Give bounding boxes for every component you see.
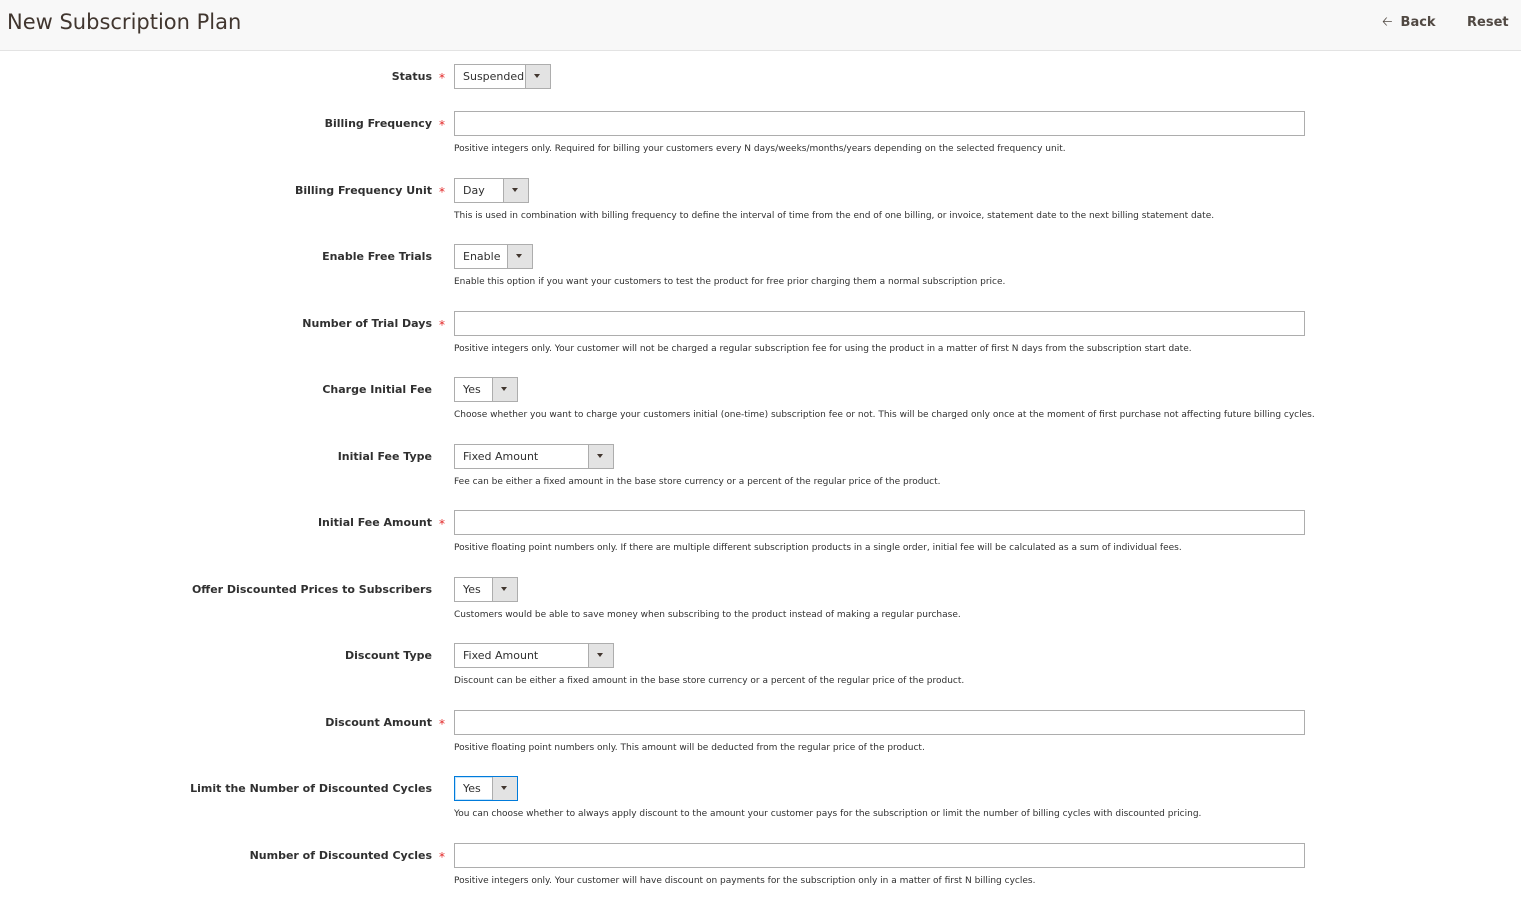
billing-frequency-unit-select[interactable]: Day: [454, 178, 529, 203]
discount-type-value: Fixed Amount: [463, 649, 539, 662]
status-required-mark: *: [439, 71, 445, 85]
chevron-down-icon: [588, 445, 613, 468]
back-button[interactable]: 🡠 Back: [1382, 12, 1436, 34]
trial-days-required-mark: *: [439, 318, 445, 332]
discounted-cycles-label: Number of Discounted Cycles: [249, 849, 432, 862]
charge-initial-fee-note: Choose whether you want to charge your c…: [454, 410, 1315, 420]
billing-frequency-unit-value: Day: [463, 184, 485, 197]
chevron-down-icon: [492, 777, 517, 800]
enable-free-trials-select[interactable]: Enable: [454, 244, 533, 269]
billing-frequency-note: Positive integers only. Required for bil…: [454, 144, 1066, 154]
discounted-cycles-input[interactable]: [454, 843, 1305, 868]
chevron-down-icon: [492, 378, 517, 401]
billing-frequency-unit-note: This is used in combination with billing…: [454, 211, 1215, 221]
initial-fee-amount-required-mark: *: [439, 517, 445, 531]
billing-frequency-input[interactable]: [454, 111, 1305, 136]
discount-type-label: Discount Type: [345, 649, 432, 662]
offer-discounted-select[interactable]: Yes: [454, 577, 518, 602]
trial-days-note: Positive integers only. Your customer wi…: [454, 344, 1192, 354]
discount-type-note: Discount can be either a fixed amount in…: [454, 676, 965, 686]
offer-discounted-value: Yes: [463, 583, 481, 596]
discount-amount-label: Discount Amount: [325, 716, 432, 729]
status-select[interactable]: Suspended: [454, 64, 551, 89]
charge-initial-fee-select[interactable]: Yes: [454, 377, 518, 402]
discount-amount-note: Positive floating point numbers only. Th…: [454, 743, 925, 753]
arrow-left-icon: 🡠: [1382, 15, 1393, 30]
status-value: Suspended: [463, 70, 525, 83]
limit-discounted-cycles-value: Yes: [463, 782, 481, 795]
charge-initial-fee-value: Yes: [463, 383, 481, 396]
initial-fee-type-note: Fee can be either a fixed amount in the …: [454, 477, 941, 487]
offer-discounted-note: Customers would be able to save money wh…: [454, 610, 961, 620]
billing-frequency-unit-required-mark: *: [439, 185, 445, 199]
initial-fee-type-select[interactable]: Fixed Amount: [454, 444, 614, 469]
enable-free-trials-value: Enable: [463, 250, 501, 263]
initial-fee-amount-input[interactable]: [454, 510, 1305, 535]
status-label: Status: [391, 70, 432, 83]
limit-discounted-cycles-note: You can choose whether to always apply d…: [454, 809, 1202, 819]
page-header: New Subscription Plan 🡠 Back Reset: [0, 0, 1521, 51]
reset-button[interactable]: Reset: [1467, 12, 1509, 34]
trial-days-label: Number of Trial Days: [302, 317, 432, 330]
chevron-down-icon: [525, 65, 550, 88]
charge-initial-fee-label: Charge Initial Fee: [322, 383, 432, 396]
chevron-down-icon: [507, 245, 532, 268]
initial-fee-amount-label: Initial Fee Amount: [317, 516, 432, 529]
billing-frequency-required-mark: *: [439, 118, 445, 132]
trial-days-input[interactable]: [454, 311, 1305, 336]
limit-discounted-cycles-select[interactable]: Yes: [454, 776, 518, 801]
discount-amount-required-mark: *: [439, 717, 445, 731]
back-label: Back: [1400, 15, 1436, 30]
billing-frequency-unit-label: Billing Frequency Unit: [294, 184, 432, 197]
discounted-cycles-note: Positive integers only. Your customer wi…: [454, 876, 1036, 886]
offer-discounted-label: Offer Discounted Prices to Subscribers: [191, 583, 432, 596]
page-title: New Subscription Plan: [7, 10, 242, 34]
discount-type-select[interactable]: Fixed Amount: [454, 643, 614, 668]
chevron-down-icon: [588, 644, 613, 667]
chevron-down-icon: [503, 179, 528, 202]
limit-discounted-cycles-label: Limit the Number of Discounted Cycles: [190, 782, 432, 795]
discount-amount-input[interactable]: [454, 710, 1305, 735]
enable-free-trials-note: Enable this option if you want your cust…: [454, 277, 1006, 287]
enable-free-trials-label: Enable Free Trials: [322, 250, 432, 263]
initial-fee-type-label: Initial Fee Type: [337, 450, 432, 463]
chevron-down-icon: [492, 578, 517, 601]
initial-fee-amount-note: Positive floating point numbers only. If…: [454, 543, 1182, 553]
initial-fee-type-value: Fixed Amount: [463, 450, 539, 463]
billing-frequency-label: Billing Frequency: [324, 117, 432, 130]
discounted-cycles-required-mark: *: [439, 850, 445, 864]
